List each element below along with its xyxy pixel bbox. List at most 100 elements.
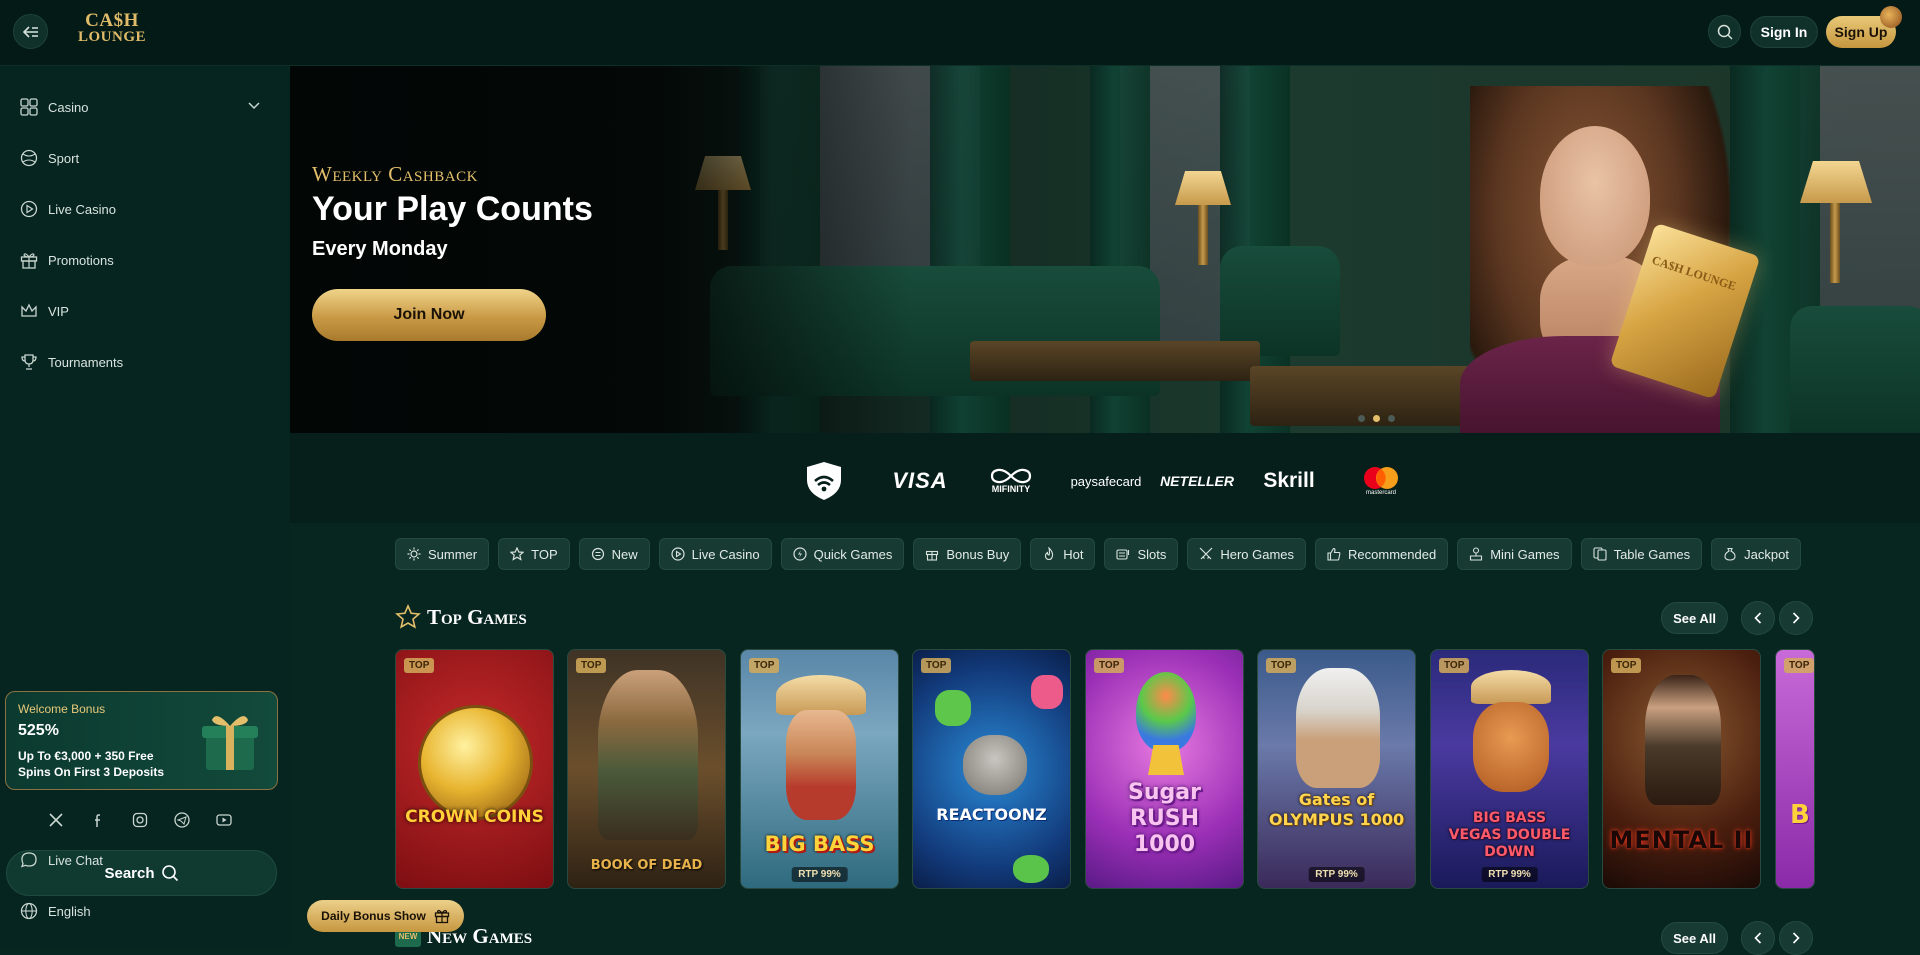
neteller-logo: NETELLER	[1160, 473, 1234, 489]
hero-banner[interactable]: CA$H LOUNGE Weekly Cashback Your Play Co…	[290, 66, 1920, 433]
sidebar-item-label: Promotions	[48, 252, 114, 268]
tab-jackpot[interactable]: Jackpot	[1711, 538, 1801, 570]
top-games-see-all-button[interactable]: See All	[1661, 602, 1728, 634]
tab-table-games[interactable]: Table Games	[1580, 538, 1703, 570]
game-card[interactable]: TOP MENTAL II	[1602, 649, 1761, 889]
top-games-next-button[interactable]	[1779, 601, 1813, 635]
game-card[interactable]: TOP REACTOONZ	[912, 649, 1071, 889]
top-badge: TOP	[921, 658, 952, 673]
tab-hero-games[interactable]: Hero Games	[1187, 538, 1307, 570]
hero-subtitle: Every Monday	[312, 238, 448, 260]
sidebar-item-live-chat[interactable]: Live Chat	[20, 848, 103, 872]
new-games-next-button[interactable]	[1779, 921, 1813, 955]
instagram-icon[interactable]	[129, 809, 151, 831]
tab-top[interactable]: TOP	[498, 538, 570, 570]
youtube-icon[interactable]	[213, 809, 235, 831]
tab-hot[interactable]: Hot	[1030, 538, 1096, 570]
sidebar-item-label: Tournaments	[48, 354, 124, 370]
visa-logo: VISA	[892, 468, 948, 493]
x-icon[interactable]	[45, 809, 67, 831]
zeus-art	[1296, 668, 1380, 788]
sidebar-search-label: Search	[104, 864, 155, 882]
new-games-see-all-button[interactable]: See All	[1661, 922, 1728, 954]
game-title: BOOK OF DEAD	[590, 858, 703, 873]
game-card[interactable]: TOP Sugar RUSH 1000	[1085, 649, 1244, 889]
tab-label: Table Games	[1613, 546, 1691, 562]
welcome-bonus-card[interactable]: Welcome Bonus 525% Up To €3,000 + 350 Fr…	[5, 691, 278, 790]
tab-label: Slots	[1137, 546, 1167, 562]
game-card[interactable]: TOP BIG BASS VEGAS DOUBLE DOWN RTP 99%	[1430, 649, 1589, 889]
logo-line2: LOUNGE	[77, 29, 146, 45]
cookie-icon	[1880, 6, 1902, 28]
game-card-partial[interactable]: TOP B	[1775, 649, 1815, 889]
game-title: MENTAL II	[1609, 826, 1754, 854]
sidebar-item-sport[interactable]: Sport	[20, 146, 79, 170]
collapse-sidebar-button[interactable]	[13, 14, 48, 49]
daily-bonus-show-button[interactable]: Daily Bonus Show	[307, 900, 464, 932]
sidebar-item-vip[interactable]: VIP	[20, 299, 69, 323]
game-card[interactable]: TOP CROWN COINS	[395, 649, 554, 889]
tab-live-casino[interactable]: Live Casino	[658, 538, 772, 570]
telegram-icon[interactable]	[171, 809, 193, 831]
tab-mini-games[interactable]: Mini Games	[1457, 538, 1572, 570]
chevron-right-icon	[1792, 612, 1800, 624]
game-title: BIG BASS	[764, 832, 875, 856]
carousel-dot[interactable]	[1388, 415, 1395, 422]
carousel-dot[interactable]	[1358, 415, 1365, 422]
sidebar-item-live-casino[interactable]: Live Casino	[20, 197, 116, 221]
top-bar: CA$H LOUNGE Sign In Sign Up	[0, 0, 1920, 66]
tab-label: Recommended	[1348, 546, 1437, 562]
welcome-bonus-amount: 525%	[18, 722, 59, 739]
fisherman-art	[786, 710, 856, 820]
tab-new[interactable]: New	[578, 538, 650, 570]
sun-icon	[407, 547, 421, 561]
tab-label: Quick Games	[813, 546, 893, 562]
top-badge: TOP	[1611, 658, 1642, 673]
top-games-prev-button[interactable]	[1741, 601, 1775, 635]
tab-recommended[interactable]: Recommended	[1315, 538, 1449, 570]
facebook-icon[interactable]	[87, 809, 109, 831]
tab-bonus-buy[interactable]: Bonus Buy	[913, 538, 1022, 570]
mastercard-label: mastercard	[1365, 490, 1396, 496]
header-search-button[interactable]	[1708, 15, 1741, 48]
sofa-decoration	[1790, 306, 1920, 433]
infinity-icon	[990, 468, 1032, 484]
tab-label: Hero Games	[1220, 546, 1295, 562]
alien-art	[963, 735, 1027, 795]
tab-quick-games[interactable]: Quick Games	[780, 538, 905, 570]
mifinity-logo: MIFINITY	[984, 463, 1038, 499]
lamp-decoration	[1198, 205, 1208, 265]
game-card[interactable]: TOP BOOK OF DEAD	[567, 649, 726, 889]
sidebar-item-label: Casino	[48, 99, 89, 115]
coin-art	[418, 705, 533, 820]
top-badge: TOP	[1439, 658, 1470, 673]
chevron-left-icon	[1754, 932, 1762, 944]
casino-icon	[20, 98, 38, 116]
gift-icon	[926, 550, 939, 561]
tab-label: Summer	[428, 546, 478, 562]
sidebar-item-tournaments[interactable]: Tournaments	[20, 350, 123, 374]
carousel-dot-active[interactable]	[1373, 415, 1380, 422]
tab-label: Jackpot	[1744, 546, 1789, 562]
sign-in-button[interactable]: Sign In	[1750, 16, 1818, 48]
chevron-down-icon[interactable]	[248, 102, 260, 110]
slots-icon	[1116, 549, 1130, 560]
top-badge: TOP	[1094, 658, 1125, 673]
sidebar-item-casino[interactable]: Casino	[20, 95, 88, 119]
armchair-decoration	[1220, 246, 1340, 356]
chevron-right-icon	[1792, 932, 1800, 944]
tab-slots[interactable]: Slots	[1104, 538, 1179, 570]
search-icon	[1717, 24, 1733, 40]
gumball-art	[1136, 672, 1196, 752]
sidebar-item-promotions[interactable]: Promotions	[20, 248, 114, 272]
chevron-left-icon	[1754, 612, 1762, 624]
site-logo[interactable]: CA$H LOUNGE	[76, 11, 148, 46]
gumball-base-art	[1148, 745, 1184, 775]
game-card[interactable]: TOP Gates of OLYMPUS 1000 RTP 99%	[1257, 649, 1416, 889]
join-now-button[interactable]: Join Now	[312, 289, 546, 341]
model-decoration	[1540, 126, 1650, 266]
tab-summer[interactable]: Summer	[395, 538, 490, 570]
game-card[interactable]: TOP BIG BASS RTP 99%	[740, 649, 899, 889]
language-selector[interactable]: English	[20, 899, 91, 923]
new-games-prev-button[interactable]	[1741, 921, 1775, 955]
